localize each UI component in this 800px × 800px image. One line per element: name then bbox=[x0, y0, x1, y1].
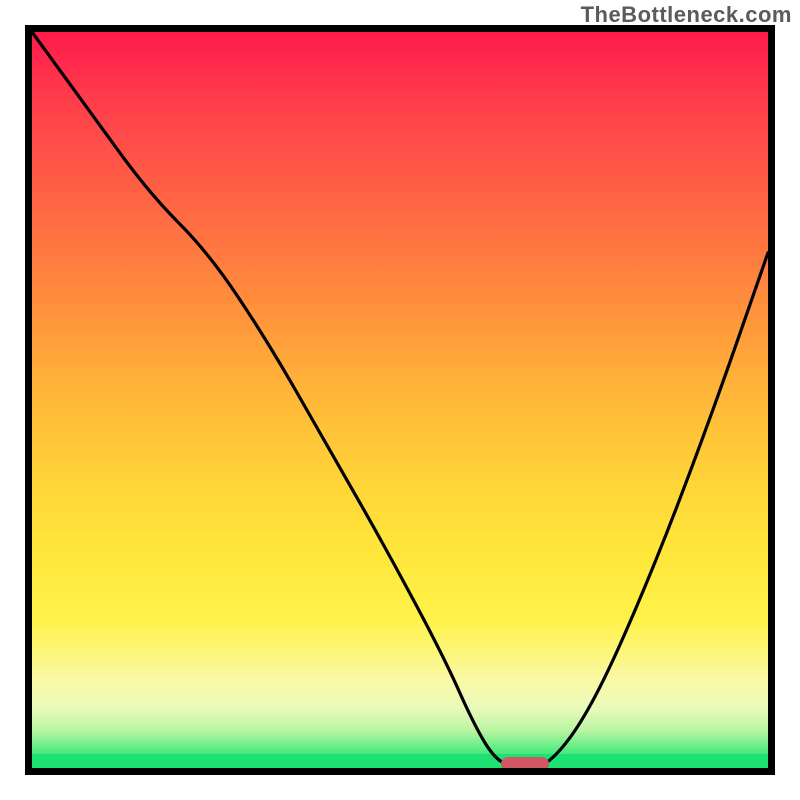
chart-stage: TheBottleneck.com bbox=[0, 0, 800, 800]
plot-area bbox=[25, 25, 775, 775]
optimum-marker bbox=[501, 757, 549, 771]
bottleneck-curve bbox=[32, 32, 768, 768]
